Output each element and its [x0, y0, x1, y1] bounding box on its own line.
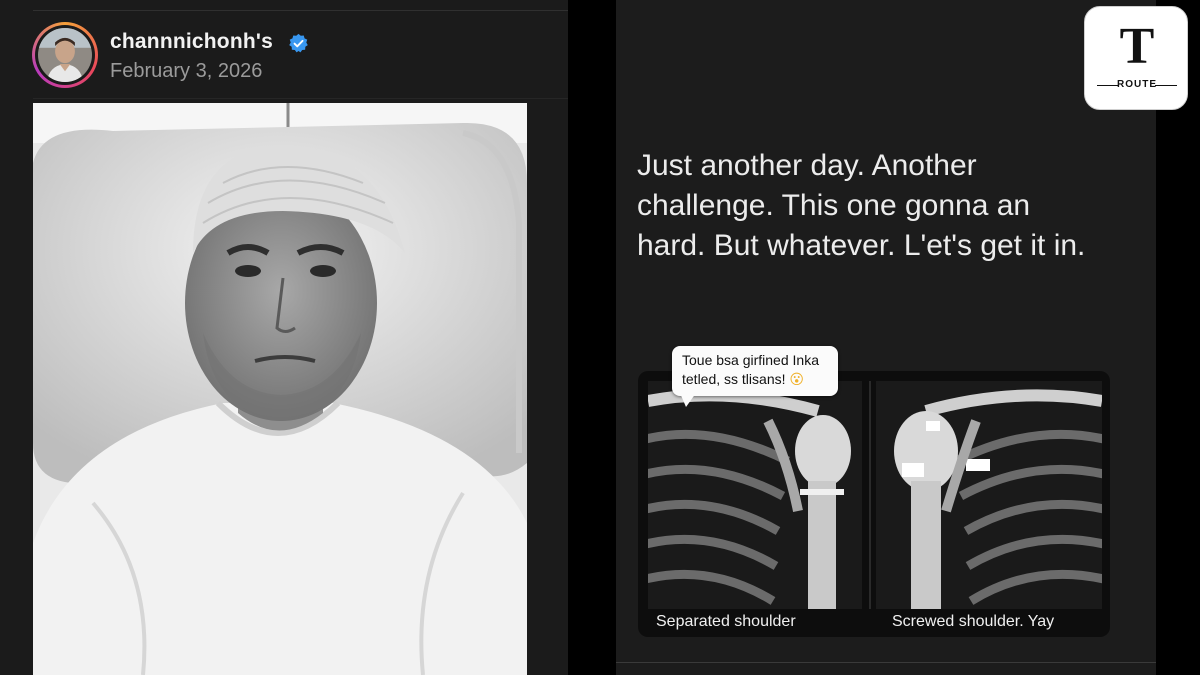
post-panel: channnichonh's February 3, 2026 [0, 0, 568, 675]
bubble-text: tetled, ss tlisans! [682, 371, 786, 387]
avatar-photo [38, 28, 92, 82]
xray-comparison-card[interactable]: Separated shoulder Screwed shoulder. Yay [638, 371, 1110, 637]
xray-after-image [876, 381, 1102, 609]
post-photo[interactable] [33, 103, 527, 675]
screenshot-stage: channnichonh's February 3, 2026 Just ano… [0, 0, 1200, 675]
caption-line: challenge. This one gonna an [637, 189, 1031, 222]
divider [33, 98, 568, 99]
bubble-tail [680, 393, 696, 407]
xray-before-image [648, 381, 862, 609]
caption-panel: Just another day. Another challenge. Thi… [616, 0, 1156, 675]
xray-after-label: Screwed shoulder. Yay [892, 613, 1055, 630]
panel-gap [568, 0, 616, 675]
verified-check-icon [289, 33, 308, 53]
post-date: February 3, 2026 [110, 60, 263, 82]
divider [616, 662, 1156, 663]
comment-bubble[interactable]: Toue bsa girfined Inka tetled, ss tlisan… [672, 346, 838, 396]
divider [33, 10, 568, 11]
bubble-line: Toue bsa girfined Inka [682, 352, 819, 368]
logo-wordmark: ROUTE [1117, 79, 1157, 90]
caption-line: hard. But whatever. L'et's get it in. [637, 229, 1086, 262]
caption-line: Just another day. Another [637, 149, 977, 182]
post-username[interactable]: channnichonh's [110, 30, 273, 54]
hospital-selfie-image [33, 103, 527, 675]
avatar[interactable] [32, 22, 98, 88]
xray-divider [869, 381, 871, 609]
surprised-emoji-icon: 😮 [789, 371, 804, 387]
logo-letter: T [1119, 18, 1155, 75]
post-caption: Just another day. Another challenge. Thi… [637, 146, 1137, 266]
bubble-line: tetled, ss tlisans! 😮 [682, 370, 828, 389]
xray-before-label: Separated shoulder [656, 613, 796, 630]
route-logo: T ROUTE [1084, 6, 1188, 110]
